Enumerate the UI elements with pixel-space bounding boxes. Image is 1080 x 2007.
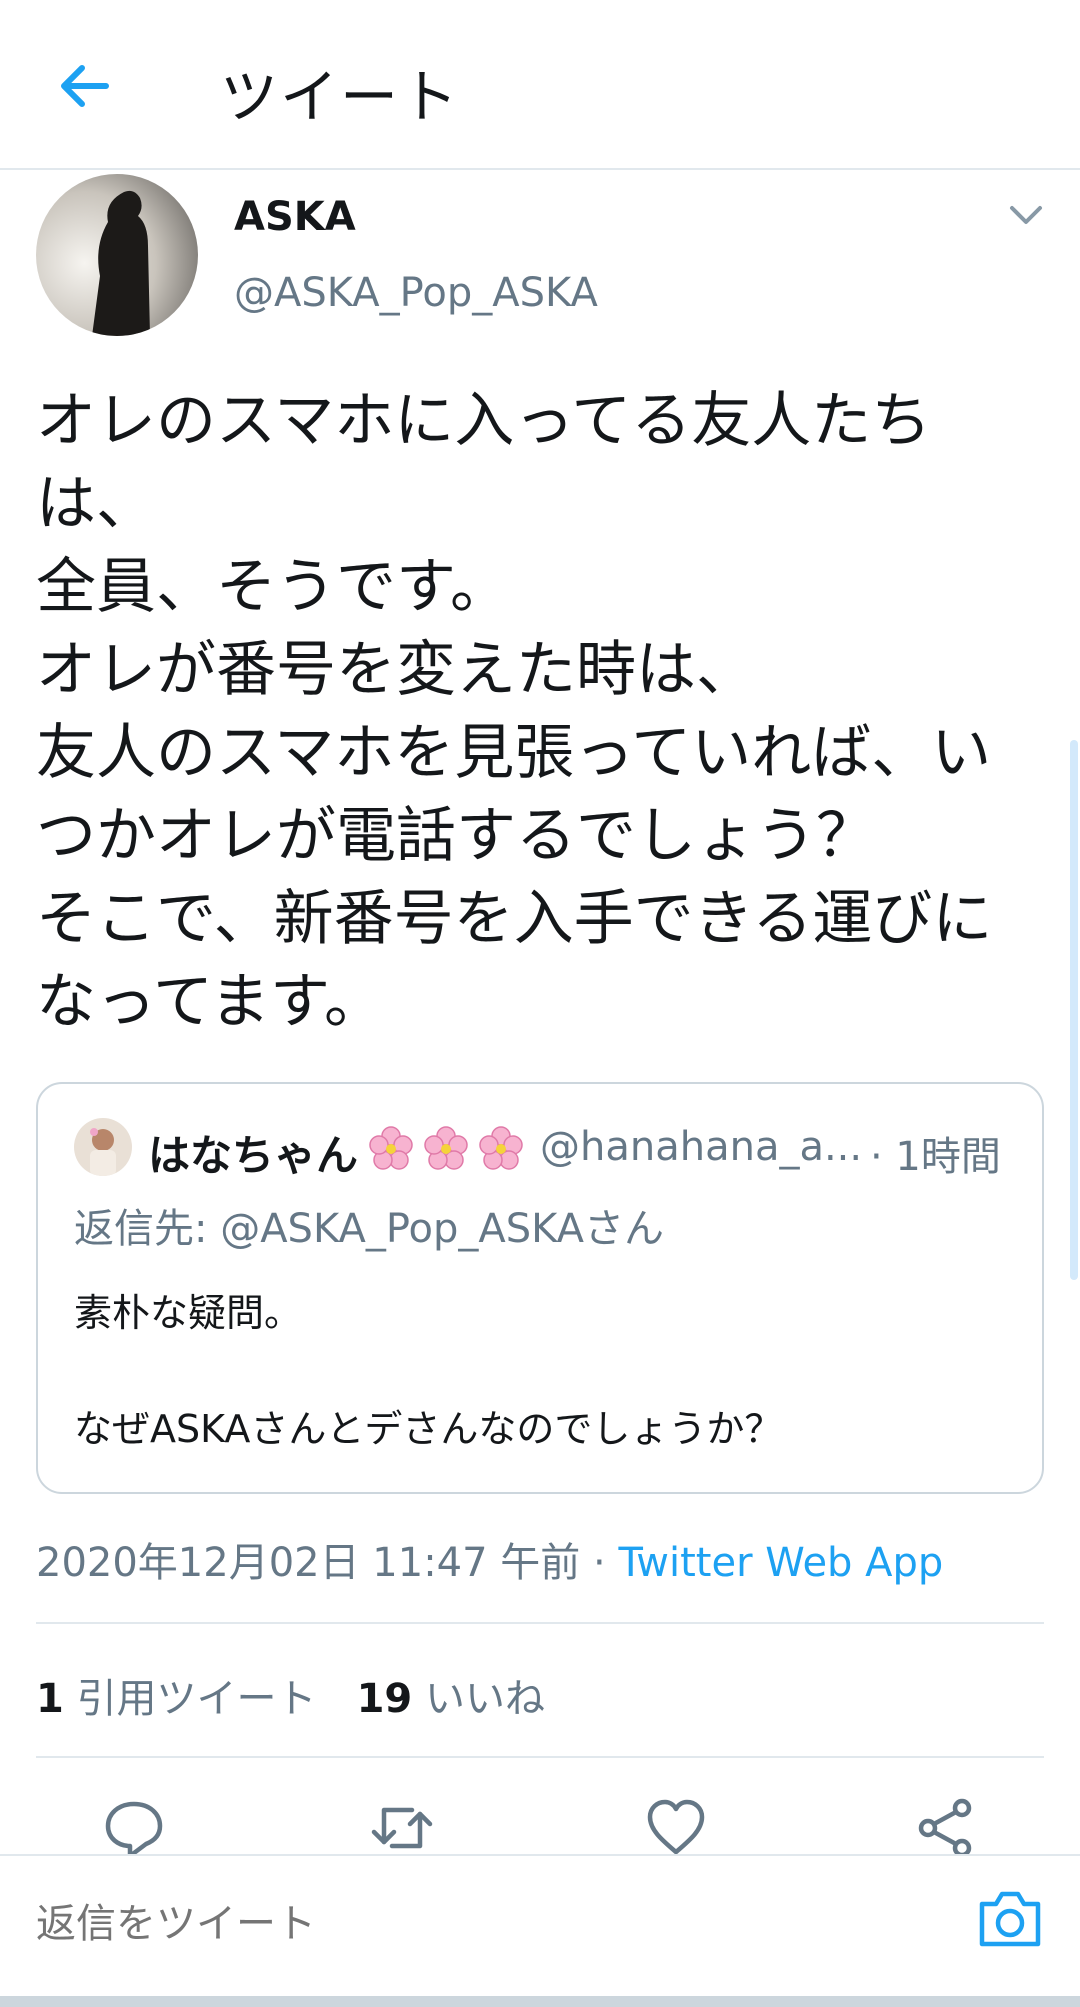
bottom-edge xyxy=(0,1996,1080,2007)
cherry-blossom-icon xyxy=(424,1126,468,1170)
more-options-button[interactable] xyxy=(1006,200,1046,230)
quote-label: 引用ツイート xyxy=(76,1676,317,1722)
tweet-detail-screen: ツイート ASKA @ASKA_Pop_ASKA オレのスマホに入ってる友人たち… xyxy=(0,0,1080,2007)
reply-button[interactable] xyxy=(102,1796,166,1860)
quote-tweets-stat[interactable]: 1 引用ツイート xyxy=(36,1676,317,1722)
scrollbar[interactable] xyxy=(1070,740,1078,1280)
divider xyxy=(36,1622,1044,1624)
avatar[interactable] xyxy=(36,174,198,336)
chevron-down-icon xyxy=(1010,206,1042,224)
top-app-bar: ツイート xyxy=(0,0,1080,170)
share-button[interactable] xyxy=(914,1796,978,1860)
reply-input[interactable] xyxy=(36,1884,936,1964)
page-title: ツイート xyxy=(220,63,461,131)
cherry-blossom-emojis xyxy=(364,1122,528,1176)
tweet-text: オレのスマホに入ってる友人たち は、 全員、そうです。 オレが番号を変えた時は、… xyxy=(36,386,993,1037)
retweet-icon xyxy=(371,1807,433,1849)
divider xyxy=(36,1756,1044,1758)
reply-composer-bar xyxy=(0,1854,1080,2007)
camera-icon xyxy=(979,1891,1041,1947)
tweet-meta: 2020年12月02日 11:47 午前 · Twitter Web App xyxy=(36,1530,943,1588)
author-handle[interactable]: @ASKA_Pop_ASKA xyxy=(234,270,598,316)
like-label: いいね xyxy=(424,1676,545,1722)
cherry-blossom-icon xyxy=(479,1126,523,1170)
quoted-reply-to: 返信先: @ASKA_Pop_ASKAさん xyxy=(74,1206,665,1252)
share-icon xyxy=(918,1798,972,1858)
quote-count: 1 xyxy=(36,1676,64,1722)
like-button[interactable] xyxy=(644,1796,708,1860)
tweet-source-link[interactable]: Twitter Web App xyxy=(618,1540,943,1586)
back-button[interactable] xyxy=(52,54,116,118)
quoted-author-handle: @hanahana_a... xyxy=(540,1124,863,1170)
tweet-datetime: 2020年12月02日 11:47 午前 · xyxy=(36,1540,619,1586)
quoted-profile-photo xyxy=(74,1118,132,1176)
engagement-stats: 1 引用ツイート 19 いいね xyxy=(36,1666,545,1724)
quoted-tweet-text: 素朴な疑問。 なぜASKAさんとデさんなのでしょうか？ xyxy=(74,1291,783,1451)
quoted-timestamp: · 1時間 xyxy=(870,1134,1001,1180)
likes-stat[interactable]: 19 いいね xyxy=(357,1676,545,1722)
author-name[interactable]: ASKA xyxy=(234,194,356,240)
like-count: 19 xyxy=(356,1676,413,1722)
quoted-avatar xyxy=(74,1118,132,1176)
cherry-blossom-icon xyxy=(369,1126,413,1170)
retweet-button[interactable] xyxy=(370,1796,434,1860)
reply-icon xyxy=(105,1801,163,1859)
profile-photo xyxy=(36,174,198,336)
camera-button[interactable] xyxy=(976,1888,1044,1950)
arrow-left-icon xyxy=(61,65,109,107)
heart-icon xyxy=(647,1799,705,1855)
quoted-tweet[interactable]: はなちゃん @hanahana_a... · 1時間 返信先: @ASKA_Po… xyxy=(36,1082,1044,1494)
quoted-author-name: はなちゃん xyxy=(148,1131,359,1180)
